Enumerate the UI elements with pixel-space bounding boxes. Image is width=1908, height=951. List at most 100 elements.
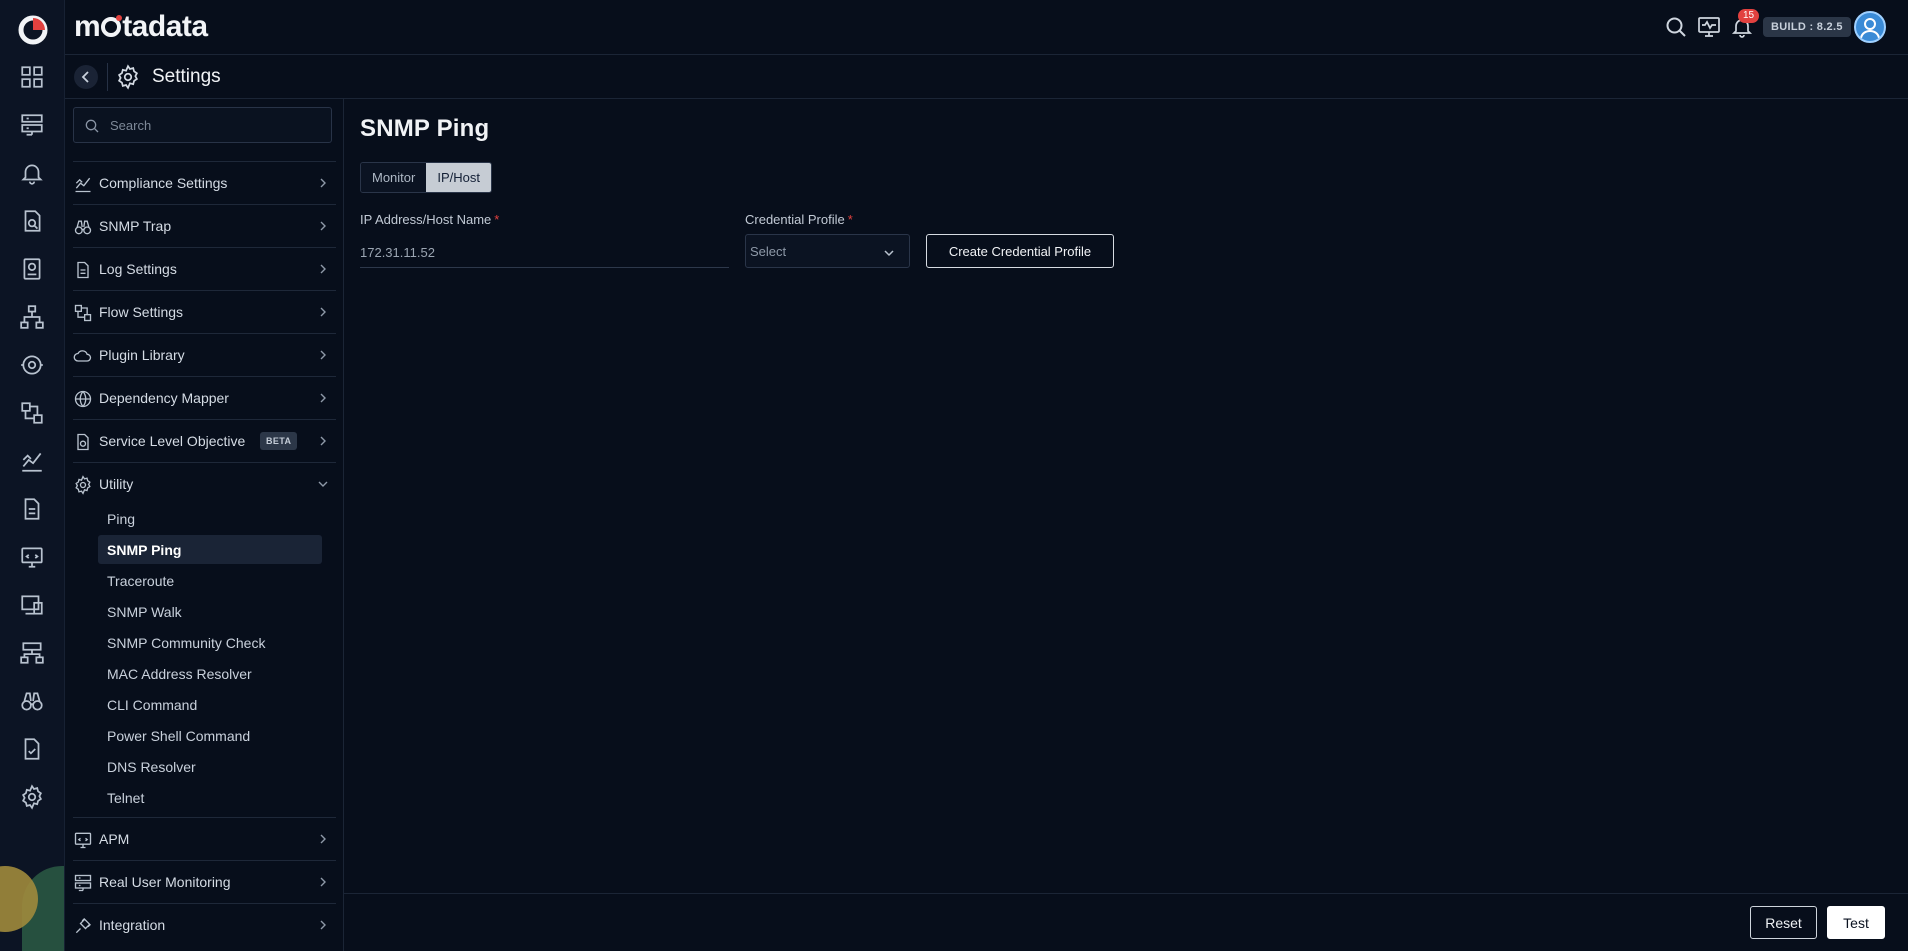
beta-badge: BETA — [260, 432, 298, 450]
topology-icon[interactable] — [19, 304, 45, 330]
settings-sidebar: Compliance Settings SNMP Trap Log Settin… — [65, 99, 344, 951]
avatar[interactable] — [1854, 11, 1886, 43]
cloud-icon — [73, 350, 92, 362]
search-icon[interactable] — [1664, 15, 1688, 39]
chevron-right-icon — [320, 877, 326, 887]
chart-icon[interactable] — [19, 448, 45, 474]
settings-icon[interactable] — [19, 784, 45, 810]
chevron-right-icon — [320, 221, 326, 231]
sidebar-item-label: SNMP Trap — [99, 218, 172, 234]
sidebar-item-flow-settings[interactable]: Flow Settings — [73, 290, 336, 333]
ip-address-input[interactable] — [360, 237, 729, 268]
search-input[interactable] — [110, 108, 325, 142]
bell-icon[interactable] — [19, 160, 45, 186]
globe-icon — [74, 390, 92, 408]
sidebar-item-label: Integration — [99, 917, 166, 933]
server-icon — [74, 874, 92, 892]
subitem-label: Telnet — [107, 790, 145, 806]
chevron-left-icon — [81, 71, 89, 83]
tab-monitor[interactable]: Monitor — [361, 163, 427, 192]
sidebar-subitem-ping[interactable]: Ping — [98, 504, 322, 533]
credential-profile-select[interactable]: Select — [745, 234, 910, 268]
document-icon[interactable] — [19, 496, 45, 522]
monitor-pulse-icon[interactable] — [1697, 15, 1721, 39]
flow-icon — [74, 304, 92, 322]
sidebar-subitem-snmp-community-check[interactable]: SNMP Community Check — [98, 628, 322, 657]
sidebar-item-dependency-mapper[interactable]: Dependency Mapper — [73, 376, 336, 419]
main-content: SNMP Ping Monitor IP/Host IP Address/Hos… — [344, 99, 1908, 893]
sidebar-subitem-snmp-walk[interactable]: SNMP Walk — [98, 597, 322, 626]
brand-wordmark[interactable]: m tadata — [74, 10, 208, 44]
compliance-chart-icon — [75, 177, 91, 193]
create-credential-profile-button[interactable]: Create Credential Profile — [926, 234, 1114, 268]
sidebar-item-label: Real User Monitoring — [99, 874, 231, 890]
sidebar-subitem-telnet[interactable]: Telnet — [98, 783, 322, 812]
sidebar-subitem-power-shell-command[interactable]: Power Shell Command — [98, 721, 322, 750]
sidebar-subitem-mac-address-resolver[interactable]: MAC Address Resolver — [98, 659, 322, 688]
reset-button[interactable]: Reset — [1750, 906, 1817, 939]
server-icon[interactable] — [19, 112, 45, 138]
dashboard-icon[interactable] — [19, 64, 45, 90]
sidebar-item-integration[interactable]: Integration — [73, 903, 336, 946]
target-type-tabs: Monitor IP/Host — [360, 162, 492, 193]
sidebar-item-label: Service Level Objective — [99, 433, 246, 449]
chevron-right-icon — [320, 920, 326, 930]
chevron-right-icon — [320, 264, 326, 274]
subitem-label: CLI Command — [107, 697, 198, 713]
sidebar-item-service-level-objective[interactable]: Service Level Objective BETA — [73, 419, 336, 462]
top-bar: m tadata 15 BUILD : 8.2.5 — [65, 0, 1908, 55]
sidebar-item-label: Compliance Settings — [99, 175, 228, 191]
document-icon — [77, 261, 89, 279]
page-section-title: Settings — [152, 66, 221, 87]
select-placeholder: Select — [750, 244, 787, 259]
automation-icon[interactable] — [19, 352, 45, 378]
sidebar-subitem-dns-resolver[interactable]: DNS Resolver — [98, 752, 322, 781]
sidebar-item-plugin-library[interactable]: Plugin Library — [73, 333, 336, 376]
left-rail — [0, 0, 65, 951]
sidebar-item-utility[interactable]: Utility — [73, 462, 336, 505]
sidebar-item-label: Utility — [99, 476, 134, 492]
sidebar-subitem-cli-command[interactable]: CLI Command — [98, 690, 322, 719]
chevron-right-icon — [320, 350, 326, 360]
subitem-label: MAC Address Resolver — [107, 666, 252, 682]
report-icon[interactable] — [19, 256, 45, 282]
checklist-icon[interactable] — [19, 736, 45, 762]
sidebar-item-apm[interactable]: APM — [73, 817, 336, 860]
flow-icon[interactable] — [19, 400, 45, 426]
brand-prefix: m — [74, 10, 101, 43]
build-badge: BUILD : 8.2.5 — [1763, 17, 1851, 37]
chevron-right-icon — [320, 307, 326, 317]
utility-gear-icon — [75, 475, 91, 495]
sidebar-search — [73, 107, 332, 143]
sidebar-item-log-settings[interactable]: Log Settings — [73, 247, 336, 290]
tab-ip-host[interactable]: IP/Host — [426, 163, 491, 192]
motadata-logo-icon[interactable] — [16, 13, 50, 47]
sidebar-subitem-traceroute[interactable]: Traceroute — [98, 566, 322, 595]
test-button[interactable]: Test — [1827, 906, 1885, 939]
sidebar-item-snmp-trap[interactable]: SNMP Trap — [73, 204, 336, 247]
subitem-label: Traceroute — [107, 573, 175, 589]
sidebar-subitem-snmp-ping[interactable]: SNMP Ping — [98, 535, 322, 564]
subitem-label: DNS Resolver — [107, 759, 196, 775]
back-button[interactable] — [74, 65, 98, 89]
subitem-label: Power Shell Command — [107, 728, 251, 744]
apm-icon[interactable] — [19, 544, 45, 570]
action-footer: Reset Test — [344, 893, 1908, 951]
plug-icon — [75, 918, 91, 934]
binoculars-icon[interactable] — [19, 688, 45, 714]
subitem-label: SNMP Community Check — [107, 635, 266, 651]
sidebar-item-compliance-settings[interactable]: Compliance Settings — [73, 161, 336, 204]
ip-address-label: IP Address/Host Name * — [360, 212, 499, 227]
sidebar-item-real-user-monitoring[interactable]: Real User Monitoring — [73, 860, 336, 903]
subitem-label: SNMP Walk — [107, 604, 182, 620]
device-icon[interactable] — [19, 592, 45, 618]
subitem-label: Ping — [107, 511, 136, 527]
sidebar-item-label: Dependency Mapper — [99, 390, 229, 406]
chevron-right-icon — [320, 393, 326, 403]
sidebar-item-label: Log Settings — [99, 261, 177, 277]
network-icon[interactable] — [19, 640, 45, 666]
breadcrumb: Settings — [65, 55, 1908, 99]
brand-suffix: tadata — [122, 10, 208, 43]
monitor-search-icon[interactable] — [19, 208, 45, 234]
sidebar-item-label: APM — [99, 831, 130, 847]
